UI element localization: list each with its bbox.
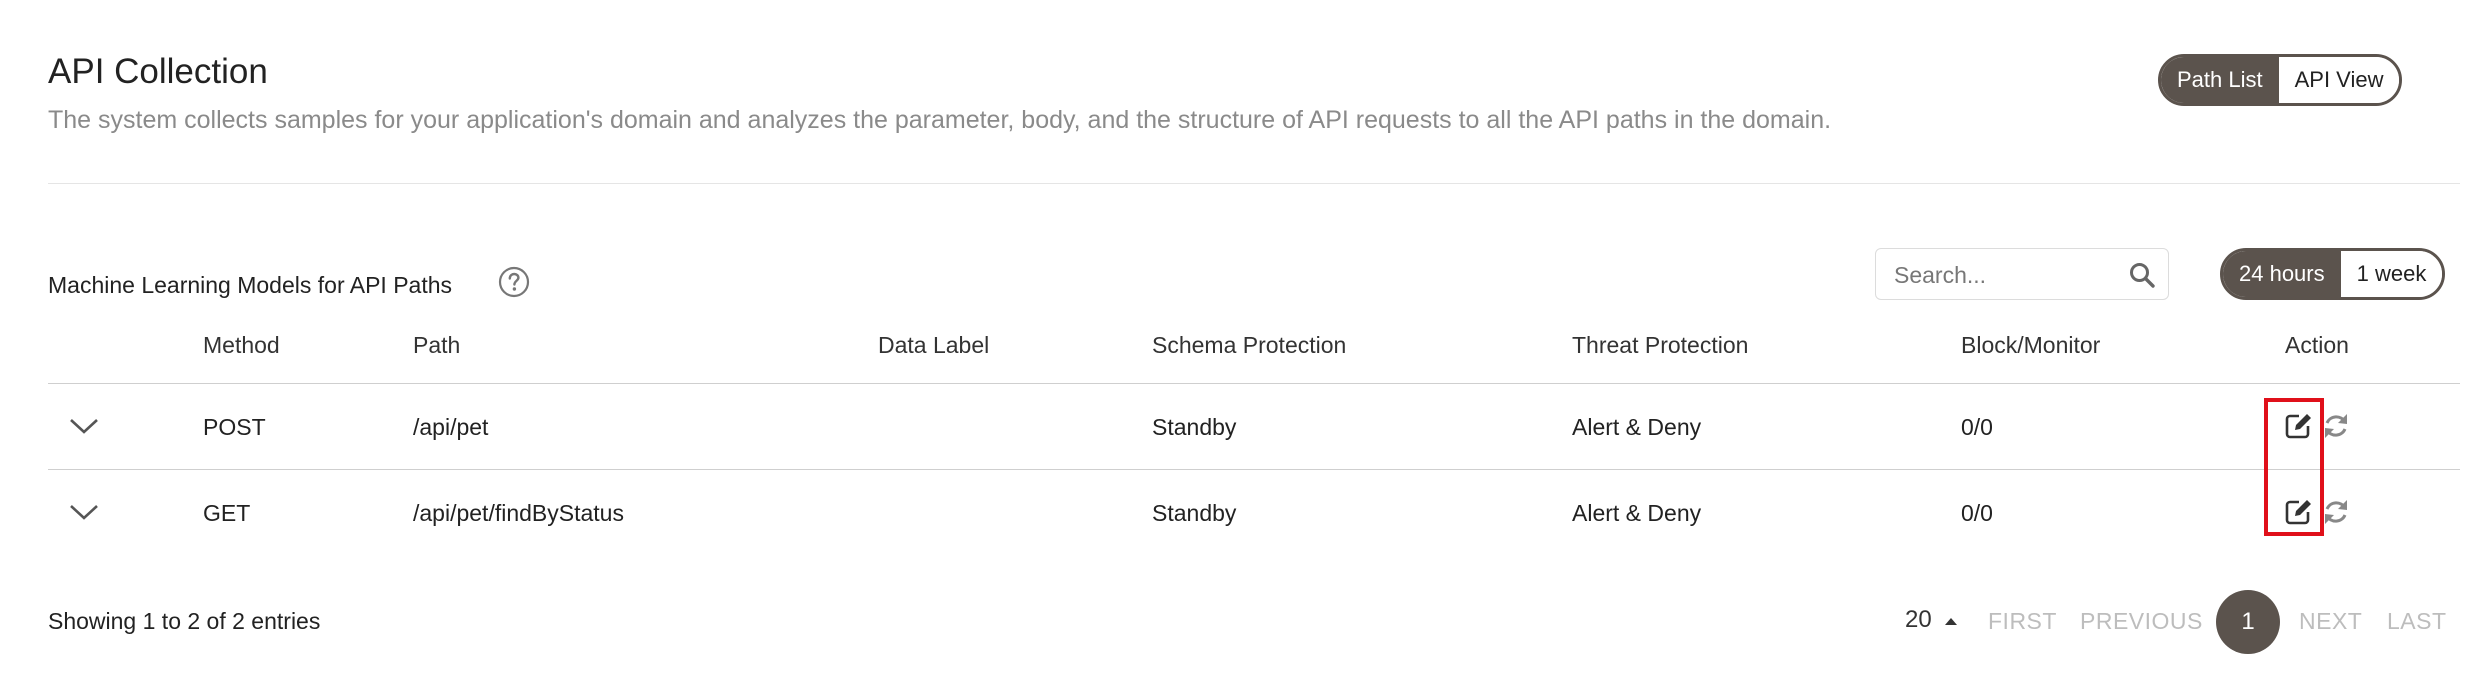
section-title: Machine Learning Models for API Paths — [48, 272, 453, 298]
time-24-hours-button[interactable]: 24 hours — [2223, 251, 2341, 297]
table-row: GET /api/pet/findByStatus Standby Alert … — [48, 470, 2460, 555]
highlight-box — [2264, 398, 2324, 536]
path-cell: /api/pet/findByStatus — [413, 500, 624, 526]
threat-protection-cell: Alert & Deny — [1572, 414, 1702, 440]
threat-protection-cell: Alert & Deny — [1572, 500, 1702, 526]
path-list-button[interactable]: Path List — [2161, 57, 2279, 103]
column-header-block-monitor[interactable]: Block/Monitor — [1961, 332, 2100, 359]
schema-protection-cell: Standby — [1152, 500, 1237, 526]
refresh-icon[interactable] — [2320, 410, 2352, 442]
view-toggle: Path List API View — [2158, 54, 2403, 106]
column-header-method[interactable]: Method — [203, 332, 280, 359]
time-1-week-button[interactable]: 1 week — [2340, 251, 2443, 297]
method-cell: POST — [203, 414, 266, 440]
search-input[interactable] — [1892, 249, 2126, 301]
pagination-next[interactable]: NEXT — [2299, 608, 2362, 635]
search-box — [1875, 248, 2169, 301]
method-cell: GET — [203, 500, 251, 526]
pagination-previous[interactable]: PREVIOUS — [2080, 608, 2203, 635]
header-divider — [48, 183, 2460, 184]
api-view-button[interactable]: API View — [2278, 57, 2400, 103]
column-header-schema-protection[interactable]: Schema Protection — [1152, 332, 1346, 359]
page-title: API Collection — [48, 52, 268, 91]
caret-up-icon — [1945, 617, 1958, 625]
block-monitor-cell: 0/0 — [1961, 414, 1993, 440]
refresh-icon[interactable] — [2320, 496, 2352, 528]
block-monitor-cell: 0/0 — [1961, 500, 1993, 526]
page-size-select[interactable]: 20 — [1905, 606, 1958, 634]
time-range-toggle: 24 hours 1 week — [2220, 248, 2446, 300]
help-icon[interactable] — [498, 266, 530, 298]
pagination-current-page[interactable]: 1 — [2216, 590, 2280, 654]
chevron-down-icon[interactable] — [68, 502, 100, 522]
schema-protection-cell: Standby — [1152, 414, 1237, 440]
entries-info: Showing 1 to 2 of 2 entries — [48, 608, 321, 634]
page-description: The system collects samples for your app… — [48, 106, 1832, 134]
chevron-down-icon[interactable] — [68, 416, 100, 436]
column-header-data-label[interactable]: Data Label — [878, 332, 989, 359]
column-header-path[interactable]: Path — [413, 332, 460, 359]
pagination-last[interactable]: LAST — [2387, 608, 2447, 635]
column-header-threat-protection[interactable]: Threat Protection — [1572, 332, 1748, 359]
path-cell: /api/pet — [413, 414, 489, 440]
table-row: POST /api/pet Standby Alert & Deny 0/0 — [48, 384, 2460, 469]
search-icon[interactable] — [2128, 261, 2156, 289]
page-size-value: 20 — [1905, 606, 1932, 633]
column-header-action: Action — [2285, 332, 2349, 358]
pagination-first[interactable]: FIRST — [1988, 608, 2057, 635]
